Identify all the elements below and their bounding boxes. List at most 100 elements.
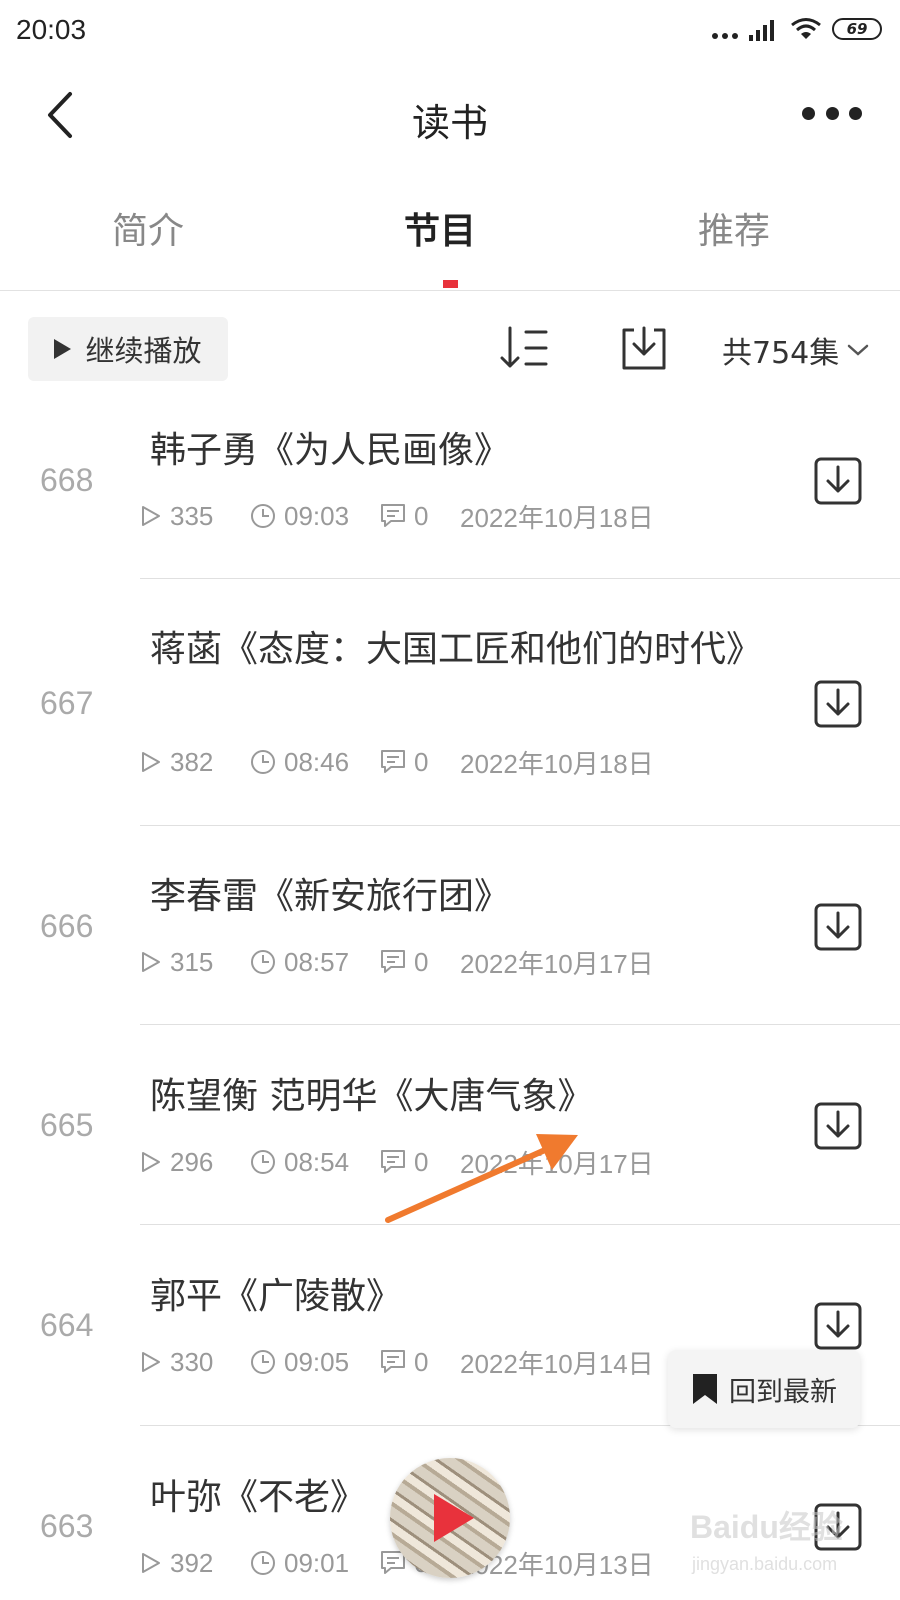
episode-number: 667 [40,685,94,721]
play-count-icon [142,752,160,772]
comment-icon [381,950,405,973]
play-count: 315 [140,947,250,978]
episode-download-button[interactable] [812,1300,864,1352]
comment-count-value: 0 [414,1346,429,1377]
clock-icon [251,750,275,774]
publish-date: 2022年10月17日 [460,948,654,979]
sort-button[interactable] [498,322,550,374]
comment-icon [381,1150,405,1173]
duration-value: 09:05 [284,1346,350,1377]
episode-number: 665 [40,1107,94,1143]
download-icon [814,1302,862,1350]
sort-icon [500,326,548,368]
episode-meta: 315 08:57 0 2022年10月17日 [140,946,654,979]
tab-bar: 简介 节目 推荐 [0,180,900,291]
status-bar: 20:03 69 [0,0,900,62]
duration: 09:03 [250,501,380,532]
continue-play-button[interactable]: 继续播放 [28,317,228,381]
comment-count-value: 0 [414,746,429,777]
episode-meta: 392 09:01 0 2022年10月13日 [140,1547,654,1580]
publish-date: 2022年10月18日 [460,502,654,533]
episode-toolbar: 继续播放 共754集 [0,300,900,400]
duration-value: 08:46 [284,746,350,777]
play-count-icon [142,506,160,526]
wifi-icon [791,18,821,39]
episode-title: 陈望衡 范明华《大唐气象》 [150,1076,594,1117]
clock-icon [251,1350,275,1374]
tab-recommend[interactable]: 推荐 [698,202,770,254]
episode-number: 668 [40,462,94,498]
active-tab-indicator [443,280,458,288]
duration: 09:05 [250,1347,380,1378]
download-icon [622,326,666,370]
episode-meta: 382 08:46 0 2022年10月18日 [140,746,654,779]
tab-episodes[interactable]: 节目 [404,202,476,254]
mini-player[interactable] [390,1458,510,1578]
episode-download-button[interactable] [812,901,864,953]
duration: 08:54 [250,1147,380,1178]
duration-value: 09:03 [284,500,350,531]
episode-item[interactable]: 665 陈望衡 范明华《大唐气象》 296 08:54 0 2022年10月17… [0,1025,900,1224]
download-icon [814,903,862,951]
comment-count: 0 [380,747,460,778]
episode-title: 蒋菡《态度：大国工匠和他们的时代》 [150,629,763,670]
episode-count-label: 共754集 [722,336,840,371]
watermark: Baidu经验 jingyan.baidu.com [690,1502,890,1582]
batch-download-button[interactable] [618,322,670,374]
episode-item[interactable]: 666 李春雷《新安旅行团》 315 08:57 0 2022年10月17日 [0,826,900,1024]
play-count-value: 382 [170,746,214,777]
back-to-latest-label: 回到最新 [729,1376,837,1408]
play-count-value: 315 [170,946,214,977]
episode-title: 李春雷《新安旅行团》 [150,876,511,917]
play-count-icon [142,1553,160,1573]
mini-player-play-icon [434,1494,474,1542]
more-options-button[interactable] [802,100,862,126]
episode-item[interactable]: 667 蒋菡《态度：大国工匠和他们的时代》 382 08:46 0 2022年1… [0,579,900,825]
episode-number: 666 [40,908,94,944]
comment-count-value: 0 [414,1146,429,1177]
episode-number: 663 [40,1508,94,1544]
signal-icon [749,20,774,41]
more-dot [802,106,815,120]
more-dot [825,106,839,120]
duration-value: 08:57 [284,946,350,977]
status-icons: 69 [712,14,882,44]
clock-icon [251,950,275,974]
download-icon [814,680,862,728]
comment-count: 0 [380,1147,460,1178]
watermark-logo: Baidu经验 [690,1509,843,1545]
play-icon [54,339,72,359]
duration: 08:57 [250,947,380,978]
comment-icon [381,1350,405,1373]
episode-count-dropdown[interactable]: 共754集 [722,328,869,372]
duration-value: 08:54 [284,1146,350,1177]
play-count: 330 [140,1347,250,1378]
duration-value: 09:01 [284,1547,350,1578]
back-to-latest-button[interactable]: 回到最新 [668,1350,860,1428]
comment-count: 0 [380,1347,460,1378]
episode-meta: 335 09:03 0 2022年10月18日 [140,500,654,533]
download-icon [814,457,862,505]
play-count: 392 [140,1548,250,1579]
play-count: 335 [140,501,250,532]
comment-count: 0 [380,501,460,532]
episode-download-button[interactable] [812,1100,864,1152]
play-count-icon [142,952,160,972]
publish-date: 2022年10月17日 [460,1148,654,1179]
play-count-value: 296 [170,1146,214,1177]
episode-title: 郭平《广陵散》 [150,1276,403,1317]
episode-meta: 296 08:54 0 2022年10月17日 [140,1146,654,1179]
episode-download-button[interactable] [812,678,864,730]
battery-icon: 69 [832,18,882,40]
episode-download-button[interactable] [812,455,864,507]
play-count: 382 [140,747,250,778]
clock-icon [251,1150,275,1174]
clock-icon [251,1551,275,1575]
tab-intro[interactable]: 简介 [112,202,184,254]
more-dot [849,106,862,120]
duration: 09:01 [250,1548,380,1579]
comment-icon [381,504,405,527]
episode-number: 664 [40,1307,94,1343]
episode-item[interactable]: 668 韩子勇《为人民画像》 335 09:03 0 2022年10月18日 [0,400,900,578]
comment-count-value: 0 [414,946,429,977]
